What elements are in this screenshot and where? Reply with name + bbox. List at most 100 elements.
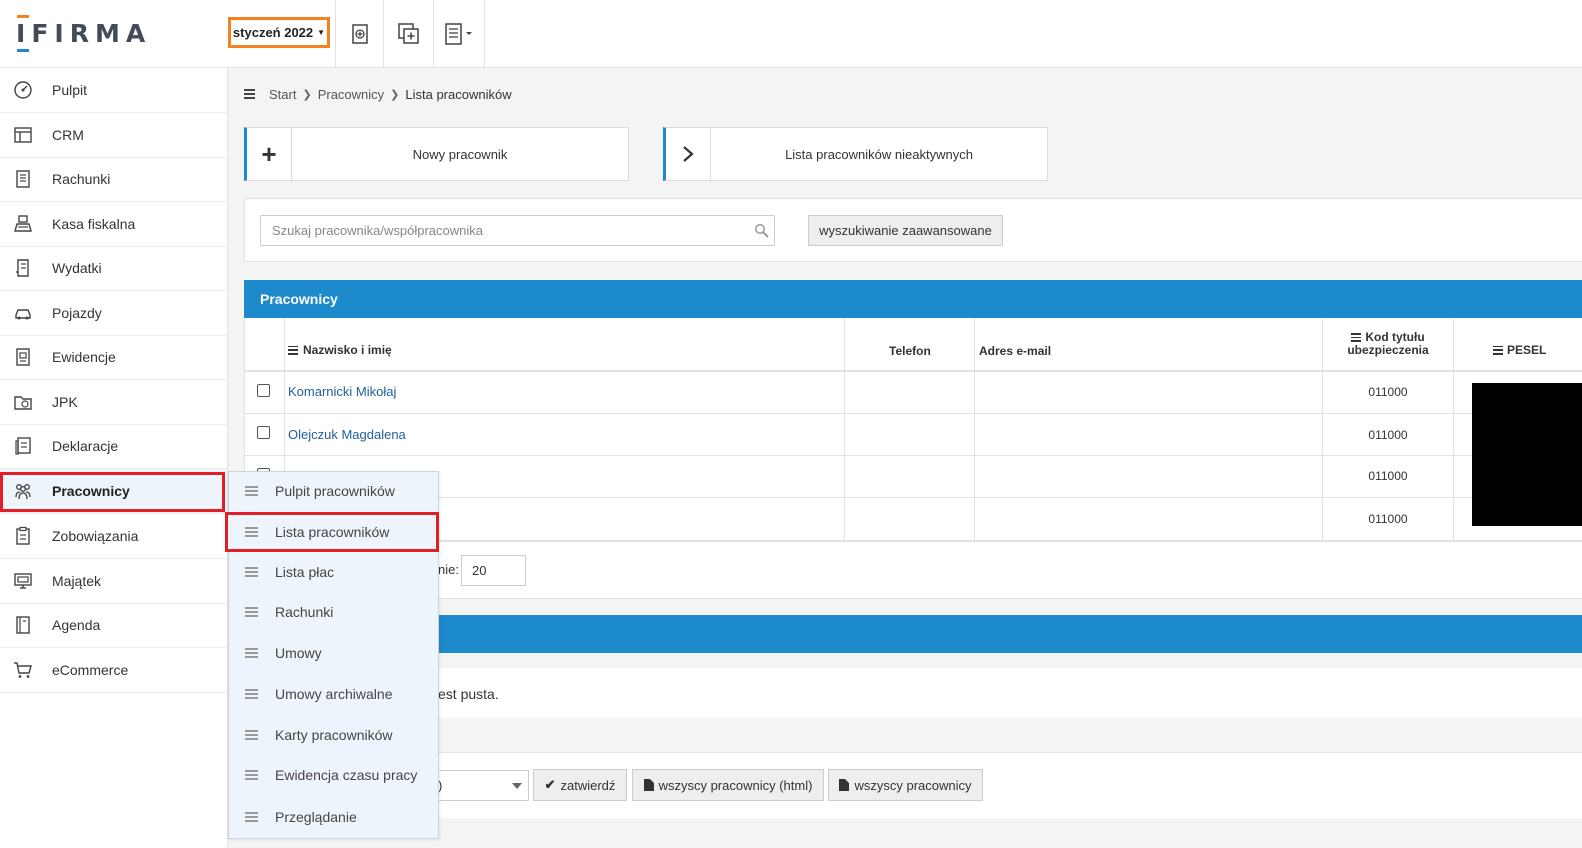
sidebar-item-crm[interactable]: CRM: [0, 113, 227, 158]
row-divider: [244, 455, 1582, 456]
submenu-item-przegladanie[interactable]: Przeglądanie: [228, 797, 439, 837]
sidebar-item-ecommerce[interactable]: eCommerce: [0, 648, 227, 693]
sidebar-item-zobowiazania[interactable]: Zobowiązania: [0, 514, 227, 559]
confirm-button[interactable]: ✔ zatwierdź: [533, 769, 627, 801]
month-selector[interactable]: styczeń 2022 ▼: [228, 17, 330, 48]
submenu-item-karty-pracownikow[interactable]: Karty pracowników: [228, 715, 439, 755]
search-placeholder: Szukaj pracownika/współpracownika: [272, 223, 483, 238]
new-employee-button[interactable]: + Nowy pracownik: [244, 127, 629, 181]
sidebar-item-pracownicy[interactable]: Pracownicy: [0, 469, 227, 514]
search-icon[interactable]: [754, 223, 770, 242]
employee-name-link[interactable]: Olejczuk Magdalena: [288, 427, 406, 442]
sidebar-item-jpk[interactable]: JPK: [0, 380, 227, 425]
submenu-item-lista-plac[interactable]: Lista płac: [228, 552, 439, 592]
insurance-code: 011000: [1368, 385, 1408, 399]
inactive-employees-button[interactable]: Lista pracowników nieaktywnych: [663, 127, 1048, 181]
sidebar-item-label: Pulpit: [52, 82, 88, 98]
submenu-item-rachunki[interactable]: Rachunki: [228, 592, 439, 632]
employee-name-link[interactable]: Komarnicki Mikołaj: [288, 384, 396, 399]
menu-lines-icon: [228, 527, 275, 537]
row-divider: [244, 413, 1582, 414]
ifirma-logo[interactable]: I FIRMA: [16, 14, 151, 52]
agenda-icon: [0, 615, 52, 635]
all-employees-label: wszyscy pracownicy: [854, 777, 972, 793]
sidebar-item-label: Ewidencje: [52, 349, 116, 365]
empty-list-text: est pusta.: [438, 686, 499, 702]
report-select[interactable]: ): [438, 770, 529, 801]
employees-panel-header: Pracownicy: [244, 280, 1582, 318]
dashboard-icon: [0, 80, 52, 100]
submenu-item-lista-pracownikow[interactable]: Lista pracowników: [228, 512, 439, 552]
document-icon: [643, 779, 654, 791]
submenu-item-umowy[interactable]: Umowy: [228, 633, 439, 673]
sidebar-item-label: Pojazdy: [52, 305, 102, 321]
sidebar-item-label: Pracownicy: [52, 483, 130, 499]
column-header-insurance[interactable]: Kod tytułu ubezpieczenia: [1323, 331, 1453, 357]
column-divider: [974, 318, 975, 541]
submenu-item-umowy-archiwalne[interactable]: Umowy archiwalne: [228, 674, 439, 714]
receipt-add-button[interactable]: [335, 0, 383, 68]
copy-add-button[interactable]: [383, 0, 433, 68]
column-header-label-line2: ubezpieczenia: [1347, 343, 1429, 357]
breadcrumb-start[interactable]: Start: [269, 87, 296, 102]
submenu-item-label: Ewidencja czasu pracy: [275, 767, 418, 783]
month-label: styczeń 2022: [232, 25, 314, 40]
pager-label: nie:: [438, 562, 459, 577]
menu-toggle-icon[interactable]: [244, 89, 255, 99]
row-divider: [244, 497, 1582, 498]
receipt-icon: [0, 169, 52, 189]
advanced-search-button[interactable]: wyszukiwanie zaawansowane: [808, 215, 1003, 246]
sidebar-item-label: eCommerce: [52, 662, 129, 678]
submenu-item-pulpit-pracownikow[interactable]: Pulpit pracowników: [228, 471, 439, 511]
menu-lines-icon: [228, 730, 275, 740]
sidebar-item-agenda[interactable]: Agenda: [0, 603, 227, 648]
expenses-icon: [0, 258, 52, 278]
pesel-redacted-block: [1472, 383, 1582, 526]
sidebar-item-ewidencje[interactable]: Ewidencje: [0, 335, 227, 380]
sidebar-item-label: Wydatki: [52, 260, 102, 276]
breadcrumb-pracownicy[interactable]: Pracownicy: [318, 87, 384, 102]
column-header-pesel[interactable]: PESEL: [1493, 343, 1546, 357]
per-page-input[interactable]: 20: [461, 555, 526, 586]
sidebar-item-label: Kasa fiskalna: [52, 216, 136, 232]
menu-lines-icon: [228, 648, 275, 658]
receipt-add-icon: [351, 24, 368, 44]
submenu-item-label: Przeglądanie: [275, 809, 357, 825]
sidebar-item-label: Agenda: [52, 617, 101, 633]
submenu-item-label: Lista płac: [275, 564, 335, 580]
search-input[interactable]: Szukaj pracownika/współpracownika: [260, 215, 775, 246]
document-list-button[interactable]: [433, 0, 485, 68]
sidebar-item-deklaracje[interactable]: Deklaracje: [0, 424, 227, 469]
column-divider: [1453, 318, 1454, 541]
sidebar-item-kasa-fiskalna[interactable]: Kasa fiskalna: [0, 202, 227, 247]
new-employee-label: Nowy pracownik: [412, 146, 508, 162]
sidebar-item-pulpit[interactable]: Pulpit: [0, 68, 227, 113]
all-employees-button[interactable]: wszyscy pracownicy: [828, 769, 983, 801]
sidebar-item-rachunki[interactable]: Rachunki: [0, 157, 227, 202]
menu-lines-icon: [228, 486, 275, 496]
sidebar-item-pojazdy[interactable]: Pojazdy: [0, 291, 227, 336]
sidebar-item-majatek[interactable]: Majątek: [0, 559, 227, 604]
sidebar-item-label: CRM: [52, 127, 84, 143]
row-checkbox[interactable]: [257, 426, 270, 439]
row-checkbox[interactable]: [257, 384, 270, 397]
column-header-label: PESEL: [1507, 343, 1547, 357]
menu-lines-icon: [228, 607, 275, 617]
sidebar-item-wydatki[interactable]: Wydatki: [0, 246, 227, 291]
sort-icon: [288, 345, 298, 355]
submenu-item-label: Rachunki: [275, 604, 334, 620]
declarations-icon: [0, 436, 52, 456]
panel-title: Pracownicy: [260, 291, 338, 307]
inactive-employees-label: Lista pracowników nieaktywnych: [785, 146, 973, 162]
column-header-phone: Telefon: [889, 344, 931, 358]
menu-lines-icon: [228, 812, 275, 822]
jpk-icon: [0, 392, 52, 412]
all-employees-html-button[interactable]: wszyscy pracownicy (html): [632, 769, 824, 801]
crm-icon: [0, 125, 52, 145]
sort-icon: [1493, 345, 1503, 355]
column-header-name[interactable]: Nazwisko i imię: [288, 343, 392, 357]
column-header-label: Nazwisko i imię: [303, 343, 392, 357]
submenu-item-ewidencja-czasu-pracy[interactable]: Ewidencja czasu pracy: [228, 755, 439, 795]
liabilities-icon: [0, 526, 52, 546]
header-divider: [244, 370, 1582, 372]
